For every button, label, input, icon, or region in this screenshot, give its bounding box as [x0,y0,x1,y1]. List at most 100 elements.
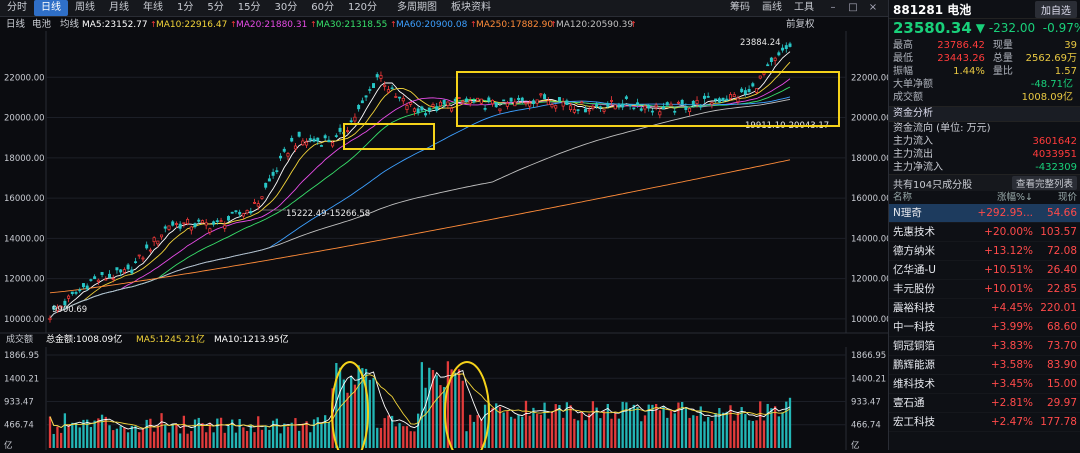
candle-body [784,45,788,49]
candle-body [111,278,115,280]
tools-menu[interactable]: 工具 [788,0,820,16]
col-price[interactable]: 现价 [1033,191,1077,204]
constituent-row[interactable]: 宏工科技 +2.47% 177.78 [889,413,1080,432]
candle-body [305,141,309,146]
volume-bar [402,426,405,448]
volume-bar [766,403,769,448]
tab-30min[interactable]: 30分 [267,0,304,16]
candle-body [505,103,509,107]
constituent-row[interactable]: 德方纳米 +13.12% 72.08 [889,242,1080,261]
tab-fenshi[interactable]: 分时 [0,0,34,16]
quote-grid: 最高 23786.42 现量 39 最低 23443.26 总量 2562.69万 振幅… [889,37,1080,107]
volume-bar [264,426,267,448]
tab-60min[interactable]: 60分 [304,0,341,16]
constituent-row[interactable]: 先惠技术 +20.00% 103.57 [889,223,1080,242]
tab-monthly[interactable]: 月线 [102,0,136,16]
fund-row: 主力净流入 -432309 [893,162,1077,173]
tab-yearly[interactable]: 年线 [136,0,170,16]
candle-body [435,106,439,111]
candle-body [200,220,204,224]
candle-body [676,101,680,104]
volume-bar [435,375,438,448]
candle-body [546,100,550,105]
candle-body [349,120,353,123]
candle-body [535,99,539,104]
constituent-row[interactable]: 中一科技 +3.99% 68.60 [889,318,1080,337]
tab-multi-period[interactable]: 多周期图 [390,0,444,16]
candle-body [702,95,706,99]
volume-bar [703,421,706,448]
volume-bar [614,413,617,448]
volume-bar [297,430,301,448]
fund-analysis-title[interactable]: 资金分析 [889,107,1080,122]
candle-body [104,278,108,281]
maximize-icon[interactable]: □ [846,2,860,14]
volume-bar [513,418,516,448]
chips-button[interactable]: 筹码 [724,0,756,16]
candle-body [479,98,483,104]
candle-body [189,226,193,231]
candle-body [163,226,167,229]
panel-index-name: 电池 [947,2,972,17]
volume-bar [190,431,193,448]
close-icon[interactable]: × [866,2,880,14]
constituent-row[interactable]: 铜冠铜箔 +3.83% 73.70 [889,337,1080,356]
candle-body [301,140,305,146]
candle-body [74,292,78,294]
tab-sector-info[interactable]: 板块资料 [444,0,498,16]
volume-bar [472,421,476,448]
col-change[interactable]: 涨幅%↓ [971,191,1033,204]
constituent-row[interactable]: 鹏辉能源 +3.58% 83.90 [889,356,1080,375]
volume-bar [658,410,661,448]
constituent-row[interactable]: 亿华通-U +10.51% 26.40 [889,261,1080,280]
tab-120min[interactable]: 120分 [341,0,384,16]
constituent-row[interactable]: 丰元股份 +10.01% 22.85 [889,280,1080,299]
constituent-change: +20.00% [984,226,1033,238]
constituent-row[interactable]: 维科技术 +3.45% 15.00 [889,375,1080,394]
candle-body [643,105,647,110]
constituent-row[interactable]: 壹石通 +2.81% 29.97 [889,394,1080,413]
quote-panel: 881281 电池 加自选 23580.34 ▼ -232.00 -0.97% … [888,0,1080,450]
tab-weekly[interactable]: 周线 [68,0,102,16]
volume-bar [721,412,725,448]
minimize-icon[interactable]: – [826,2,840,14]
constituent-change: +3.99% [990,321,1033,333]
constituent-row[interactable]: N理奇 +292.95... 54.66 [889,204,1080,223]
constituent-row[interactable]: 震裕科技 +4.45% 220.01 [889,299,1080,318]
restore-mode[interactable]: 前复权 [786,18,815,30]
drawline-button[interactable]: 画线 [756,0,788,16]
candle-body [171,221,175,226]
candle-body [286,153,290,157]
volume-bar [729,405,732,448]
volume-bar [662,406,665,448]
volume-bar [149,418,152,448]
tab-1min[interactable]: 1分 [170,0,200,16]
candle-body [755,88,759,93]
tab-daily[interactable]: 日线 [34,0,68,16]
constituents-count: 共有104只成分股 [893,179,973,191]
volume-bar [123,427,126,448]
constituent-change: +2.81% [990,397,1033,409]
tab-5min[interactable]: 5分 [200,0,230,16]
volume-bar [353,384,357,448]
down-arrow-icon: ▼ [975,21,985,35]
col-name[interactable]: 名称 [893,191,971,204]
add-watchlist-button[interactable]: 加自选 [1035,0,1077,18]
volume-bar [465,431,468,448]
volume-bar [707,417,710,448]
candle-body [67,295,71,299]
volume-bar [383,418,386,448]
candle-body [729,94,732,99]
tab-15min[interactable]: 15分 [231,0,268,16]
constituent-name: 宏工科技 [893,416,935,428]
kline-chart[interactable]: 日线 电池 均线 MA5:23152.77 ↑ MA10:22916.47 ↑ MA20… [0,17,892,453]
view-full-list-button[interactable]: 查看完整列表 [1011,176,1077,190]
candle-body [137,254,141,257]
constituent-name: 中一科技 [893,321,935,333]
volume-bar [324,415,327,448]
volume-bar [666,417,669,448]
kline-chart-area[interactable]: 日线 电池 均线 MA5:23152.77 ↑ MA10:22916.47 ↑ MA20… [0,17,892,453]
candle-body [777,52,781,56]
candle-body [442,100,446,105]
quote-row: 最低 23443.26 总量 2562.69万 [893,53,1077,64]
